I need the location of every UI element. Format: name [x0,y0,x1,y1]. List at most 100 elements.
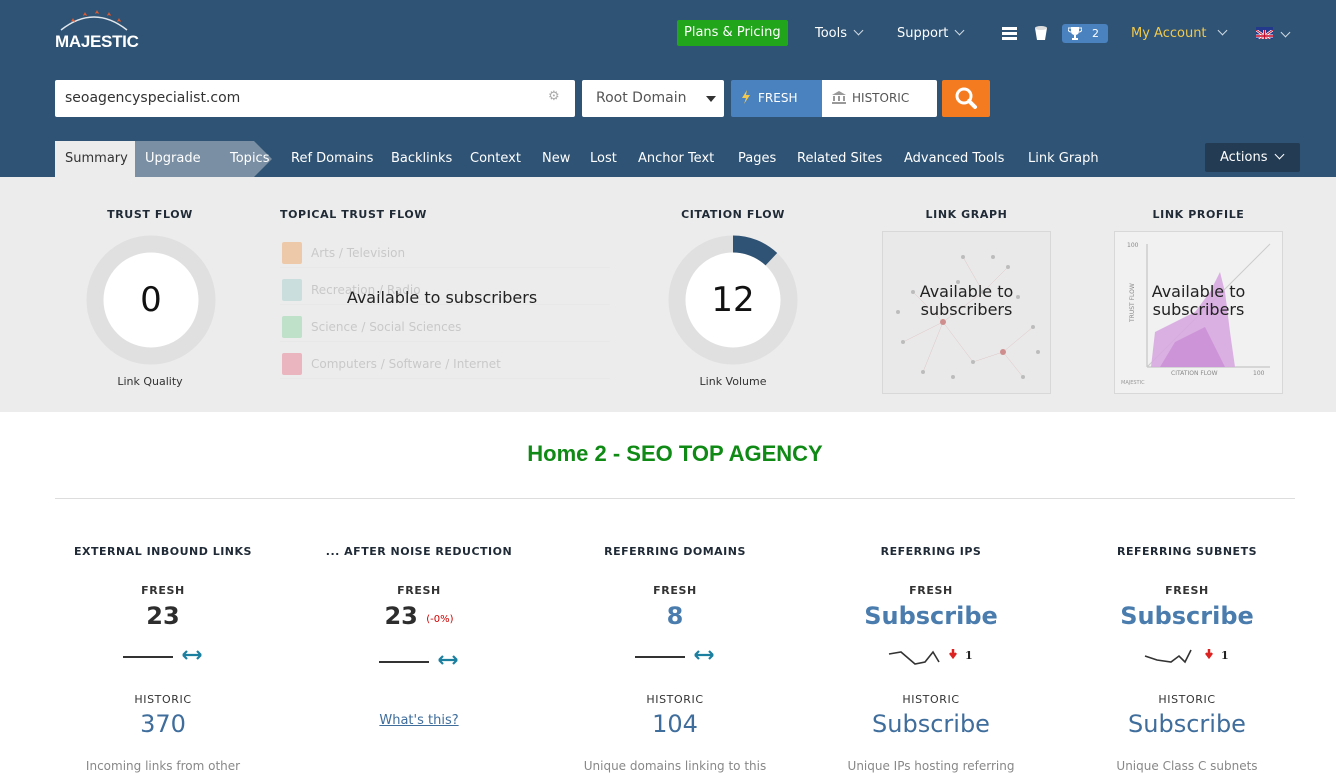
historic-value[interactable]: 370 [43,710,283,738]
topical-row: Arts / Television [280,240,610,268]
historic-index-label: HISTORIC [852,91,910,105]
historic-value[interactable]: 104 [555,710,795,738]
y-tick-100: 100 [1127,242,1139,249]
actions-button[interactable]: Actions [1205,143,1300,172]
chevron-down-icon [853,25,864,36]
fresh-subscribe-link[interactable]: Subscribe [811,601,1051,631]
majestic-logo[interactable]: MAJESTIC [55,10,145,54]
trophy-icon [1068,27,1082,40]
tab-pages[interactable]: Pages [738,141,776,177]
historic-label: HISTORIC [134,693,192,706]
after-noise-reduction: ... AFTER NOISE REDUCTION FRESH 23 (-0%)… [299,545,539,768]
fresh-index-label: FRESH [758,91,798,105]
bucket-icon[interactable] [1034,25,1048,41]
tab-upgrade-label: Upgrade [145,151,201,166]
sparkline-icon [888,649,957,665]
topical-subscribe-overlay[interactable]: Available to subscribers [280,289,604,307]
scope-select-value: Root Domain [596,90,687,106]
my-account-menu[interactable]: My Account [1131,25,1227,41]
tab-backlinks[interactable]: Backlinks [391,141,452,177]
historic-label: HISTORIC [1158,693,1216,706]
referring-domains: REFERRING DOMAINS FRESH 8 HISTORIC 104 U… [555,545,795,773]
historic-index-button[interactable]: HISTORIC [822,80,937,117]
tab-lost[interactable]: Lost [590,141,617,177]
scope-select[interactable]: Root Domain [582,80,724,117]
tab-summary[interactable]: Summary [55,141,138,177]
metrics-band: TRUST FLOW 0 Link Quality TOPICAL TRUST … [0,177,1336,412]
tab-related-sites[interactable]: Related Sites [797,141,882,177]
x-axis-label: CITATION FLOW [1171,370,1218,377]
overlay-line-1: Available to [919,282,1014,301]
stat-title: REFERRING DOMAINS [604,545,746,558]
category-label: Science / Social Sciences [311,320,462,334]
fresh-label: FRESH [653,584,697,597]
historic-subscribe-link[interactable]: Subscribe [1067,710,1307,738]
category-swatch [282,242,302,264]
category-label: Computers / Software / Internet [311,357,501,371]
sparkline-icon [1144,649,1213,664]
list-icon[interactable] [1002,27,1017,40]
logo-stars-icon [60,10,128,31]
lightning-icon [742,90,750,104]
whats-this-link[interactable]: What's this? [299,713,539,728]
historic-subscribe-link[interactable]: Subscribe [811,710,1051,738]
trophy-badge[interactable]: 2 [1062,24,1108,43]
stat-title: REFERRING IPS [880,545,982,558]
topical-trust-flow-title: TOPICAL TRUST FLOW [280,208,428,221]
tab-advanced-tools[interactable]: Advanced Tools [904,141,1004,177]
logo-wordmark: MAJESTIC [55,32,139,51]
tab-anchor-text[interactable]: Anchor Text [638,141,714,177]
top-header: MAJESTIC Plans & Pricing Tools Support 2… [0,0,1336,177]
fresh-value[interactable]: 23 (-0%) [299,601,539,631]
chevron-down-icon[interactable] [1280,27,1291,38]
mini-brand: MAJESTIC [1121,380,1145,386]
stat-title: ... AFTER NOISE REDUCTION [325,545,513,558]
citation-flow-title: CITATION FLOW [681,208,785,221]
fresh-subscribe-link[interactable]: Subscribe [1067,601,1307,631]
overlay-line-1: Available to [1151,282,1246,301]
stat-title: EXTERNAL INBOUND LINKS [74,545,252,558]
search-button[interactable] [942,80,990,117]
tab-ref-domains[interactable]: Ref Domains [291,141,373,177]
trust-flow-caption: Link Quality [117,375,183,388]
link-profile-title: LINK PROFILE [1152,208,1245,221]
fresh-label: FRESH [1165,584,1209,597]
tab-new[interactable]: New [542,141,570,177]
external-inbound-links: EXTERNAL INBOUND LINKS FRESH 23 HISTORIC… [43,545,283,773]
referring-subnets: REFERRING SUBNETS FRESH Subscribe 1 HIST… [1067,545,1307,773]
plans-pricing-button[interactable]: Plans & Pricing [677,20,788,46]
historic-label: HISTORIC [646,693,704,706]
tab-topics[interactable]: Topics [230,141,269,177]
fresh-index-button[interactable]: FRESH [731,80,822,117]
delta-value: 1 [965,649,973,662]
support-menu-label: Support [897,26,949,41]
historic-label: HISTORIC [902,693,960,706]
chevron-down-icon [954,25,965,36]
link-graph-subscribe-overlay[interactable]: Available to subscribers [882,283,1051,319]
uk-flag-icon[interactable] [1256,27,1273,39]
caret-down-icon [706,96,716,102]
fresh-label: FRESH [909,584,953,597]
stat-description: Unique Class C subnets [1116,759,1258,773]
stat-description: Unique domains linking to this [583,759,767,773]
trend-flat-icon [635,650,714,660]
x-tick-100: 100 [1253,370,1265,377]
topical-row: Science / Social Sciences [280,314,610,342]
fresh-value[interactable]: 23 [43,601,283,631]
category-swatch [282,353,302,375]
fresh-label: FRESH [397,584,441,597]
tab-context[interactable]: Context [470,141,521,177]
link-graph-title: LINK GRAPH [925,208,1008,221]
support-menu[interactable]: Support [897,25,965,41]
trend-flat-icon [379,655,458,665]
topical-trust-flow-list: Arts / Television Recreation / Radio Sci… [280,240,610,390]
referring-ips: REFERRING IPS FRESH Subscribe 1 HISTORIC… [811,545,1051,773]
link-profile-subscribe-overlay[interactable]: Available to subscribers [1114,283,1283,319]
search-input[interactable]: seoagencyspecialist.com [55,80,575,117]
tab-link-graph[interactable]: Link Graph [1028,141,1099,177]
trust-flow-value: 0 [140,280,162,320]
stat-title: REFERRING SUBNETS [1117,545,1257,558]
tools-menu[interactable]: Tools [815,25,864,41]
gear-icon[interactable]: ⚙ [548,90,562,104]
fresh-value[interactable]: 8 [555,601,795,631]
